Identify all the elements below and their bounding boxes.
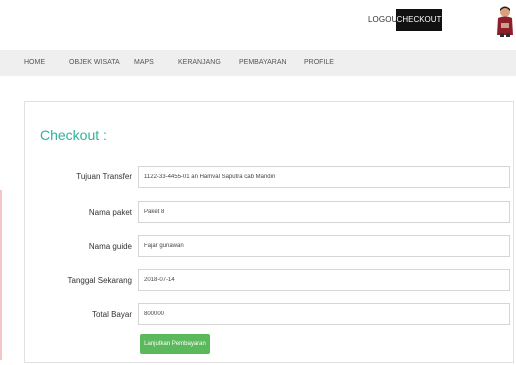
- label-tujuan-transfer: Tujuan Transfer: [76, 172, 132, 181]
- nav-item-home[interactable]: HOME: [24, 50, 45, 76]
- label-total-bayar: Total Bayar: [91, 310, 132, 319]
- main-nav: HOME OBJEK WISATA MAPS KERANJANG PEMBAYA…: [0, 50, 516, 76]
- page-title: Checkout :: [40, 127, 107, 143]
- label-tanggal-sekarang: Tanggal Sekarang: [67, 276, 133, 285]
- tanggal-sekarang-field[interactable]: [138, 269, 510, 291]
- nama-paket-field[interactable]: [138, 201, 510, 223]
- user-avatar-icon[interactable]: [494, 5, 516, 37]
- nav-item-objek-wisata[interactable]: OBJEK WISATA: [69, 50, 120, 76]
- top-header: LOGOUT CHECKOUT: [0, 0, 516, 42]
- nav-item-keranjang[interactable]: KERANJANG: [178, 50, 221, 76]
- nama-guide-field[interactable]: [138, 235, 510, 257]
- checkout-button[interactable]: CHECKOUT: [396, 9, 442, 31]
- lanjutkan-pembayaran-button[interactable]: Lanjutkan Pembayaran: [140, 334, 210, 354]
- nav-item-maps[interactable]: MAPS: [134, 50, 154, 76]
- nav-item-profile[interactable]: PROFILE: [304, 50, 334, 76]
- tujuan-transfer-field[interactable]: [138, 166, 510, 188]
- nav-item-pembayaran[interactable]: PEMBAYARAN: [239, 50, 287, 76]
- total-bayar-field[interactable]: [138, 303, 510, 325]
- label-nama-guide: Nama guide: [88, 242, 132, 251]
- label-nama-paket: Nama paket: [88, 208, 132, 217]
- left-accent-bar: [0, 190, 2, 360]
- checkout-page: LOGOUT CHECKOUT HOME OBJEK WISATA MAPS K…: [0, 0, 516, 365]
